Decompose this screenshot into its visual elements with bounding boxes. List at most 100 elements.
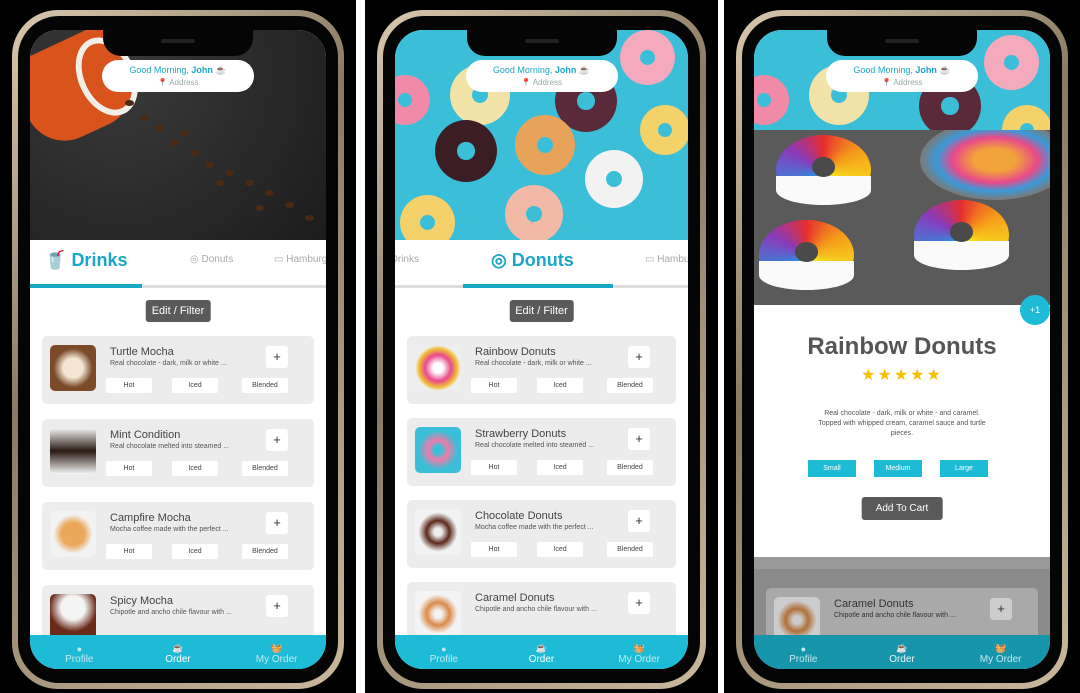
add-button[interactable]: + [266, 595, 288, 617]
location-pin-icon: 📍 [157, 78, 168, 87]
nav-order[interactable]: ☕ Order [862, 643, 942, 665]
list-item[interactable]: Campfire Mocha Mocha coffee made with the… [42, 502, 314, 570]
basket-icon: 🧺 [633, 643, 645, 653]
add-button[interactable]: + [266, 429, 288, 451]
product-title: Rainbow Donuts [807, 333, 997, 360]
option-iced[interactable]: Iced [537, 542, 583, 557]
tab-hamburgers[interactable]: ▭ Hamburgers [645, 254, 688, 265]
option-blended[interactable]: Blended [242, 461, 288, 476]
rating-stars: ★★★★★ [861, 367, 943, 384]
tab-indicator [30, 284, 142, 288]
size-medium-button[interactable]: Medium [874, 460, 922, 477]
edit-filter-button[interactable]: Edit / Filter [145, 300, 211, 322]
product-image [415, 591, 461, 637]
donut-icon: ◎ [491, 250, 507, 270]
bottom-nav: ● Profile ☕ Order 🧺 My Order [754, 635, 1050, 669]
option-blended[interactable]: Blended [607, 542, 653, 557]
list-item[interactable]: Strawberry Donuts Real chocolate melted i… [407, 418, 676, 486]
product-image [415, 345, 461, 391]
add-button[interactable]: + [266, 512, 288, 534]
order-icon: ☕ [896, 643, 908, 653]
product-image [415, 427, 461, 473]
category-tabs: 🥤 Drinks ◎ Donuts ▭ Hamburgers [30, 240, 326, 288]
nav-order[interactable]: ☕ Order [501, 643, 581, 665]
list-item[interactable]: Chocolate Donuts Mocha coffee made with t… [407, 500, 676, 568]
add-button[interactable]: + [628, 510, 650, 532]
nav-my-order[interactable]: 🧺 My Order [961, 643, 1041, 665]
greeting-pill[interactable]: Good Morning, John ☕ 📍 Address [826, 60, 978, 92]
tab-hamburgers[interactable]: ▭ Hamburgers [274, 254, 326, 265]
nav-profile[interactable]: ● Profile [763, 644, 843, 665]
cup-icon: 🥤 [44, 250, 67, 270]
coffee-icon: ☕ [215, 65, 227, 75]
bottom-nav: ● Profile ☕ Order 🧺 My Order [30, 635, 326, 669]
option-hot[interactable]: Hot [106, 544, 152, 559]
basket-icon: 🧺 [271, 643, 283, 653]
basket-icon: 🧺 [995, 643, 1007, 653]
nav-my-order[interactable]: 🧺 My Order [599, 643, 679, 665]
option-hot[interactable]: Hot [106, 461, 152, 476]
person-icon: ● [800, 644, 807, 654]
greeting-pill[interactable]: Good Morning, John ☕ 📍 Address [465, 60, 618, 92]
location-pin-icon: 📍 [881, 78, 892, 87]
tab-drinks[interactable]: Drinks [395, 254, 419, 265]
option-iced[interactable]: Iced [172, 378, 218, 393]
add-button[interactable]: + [990, 598, 1012, 620]
product-image [50, 594, 96, 640]
tab-donuts[interactable]: ◎ Donuts [491, 250, 574, 271]
option-blended[interactable]: Blended [607, 460, 653, 475]
product-image [415, 509, 461, 555]
product-photo [754, 130, 1050, 305]
list-item[interactable]: Rainbow Donuts Real chocolate - dark, mil… [407, 336, 676, 404]
detail-screen: Good Morning, John ☕ 📍 Address +1 Rainbow… [754, 30, 1050, 669]
option-iced[interactable]: Iced [172, 461, 218, 476]
location-pin-icon: 📍 [520, 78, 531, 87]
greeting-pill[interactable]: Good Morning, John ☕ 📍 Address [102, 60, 254, 92]
edit-filter-button[interactable]: Edit / Filter [509, 300, 574, 322]
order-icon: ☕ [172, 643, 184, 653]
tab-drinks[interactable]: 🥤 Drinks [44, 250, 127, 271]
order-icon: ☕ [535, 643, 548, 653]
option-hot[interactable]: Hot [106, 378, 152, 393]
option-iced[interactable]: Iced [172, 544, 218, 559]
category-tabs: Drinks ◎ Donuts ▭ Hamburgers [395, 240, 688, 288]
option-blended[interactable]: Blended [607, 378, 653, 393]
tab-indicator [463, 284, 613, 288]
nav-order[interactable]: ☕ Order [138, 643, 218, 665]
option-hot[interactable]: Hot [471, 542, 517, 557]
coffee-icon: ☕ [578, 65, 591, 75]
size-small-button[interactable]: Small [808, 460, 856, 477]
option-blended[interactable]: Blended [242, 544, 288, 559]
product-detail-card: +1 Rainbow Donuts ★★★★★ Real chocolate -… [754, 295, 1050, 557]
add-to-cart-button[interactable]: Add To Cart [861, 497, 943, 520]
drinks-screen: Good Morning, John ☕ 📍 Address 🥤 Drinks ◎… [30, 30, 326, 669]
phone-detail: Good Morning, John ☕ 📍 Address +1 Rainbow… [724, 0, 1080, 693]
product-description: Real chocolate - dark, milk or white - a… [818, 410, 986, 437]
donut-icon: ◎ [190, 254, 199, 265]
nav-profile[interactable]: ● Profile [39, 644, 119, 665]
option-hot[interactable]: Hot [471, 378, 517, 393]
phone-drinks: Good Morning, John ☕ 📍 Address 🥤 Drinks ◎… [0, 0, 356, 693]
size-large-button[interactable]: Large [940, 460, 988, 477]
tab-donuts[interactable]: ◎ Donuts [190, 254, 233, 265]
bottom-nav: ● Profile ☕ Order 🧺 My Order [395, 635, 688, 669]
option-blended[interactable]: Blended [242, 378, 288, 393]
burger-icon: ▭ [645, 254, 655, 265]
option-hot[interactable]: Hot [471, 460, 517, 475]
list-item[interactable]: Turtle Mocha Real chocolate - dark, milk … [42, 336, 314, 404]
coffee-icon: ☕ [939, 65, 951, 75]
add-button[interactable]: + [628, 428, 650, 450]
option-iced[interactable]: Iced [537, 378, 583, 393]
nav-profile[interactable]: ● Profile [404, 644, 484, 665]
sprinkles-bowl [920, 130, 1050, 200]
add-button[interactable]: + [628, 592, 650, 614]
quantity-badge[interactable]: +1 [1020, 295, 1050, 325]
person-icon: ● [441, 644, 447, 654]
person-icon: ● [76, 644, 83, 654]
option-iced[interactable]: Iced [537, 460, 583, 475]
list-item[interactable]: Mint Condition Real chocolate melted into… [42, 419, 314, 487]
nav-my-order[interactable]: 🧺 My Order [237, 643, 317, 665]
add-button[interactable]: + [266, 346, 288, 368]
burger-icon: ▭ [274, 254, 284, 265]
add-button[interactable]: + [628, 346, 650, 368]
